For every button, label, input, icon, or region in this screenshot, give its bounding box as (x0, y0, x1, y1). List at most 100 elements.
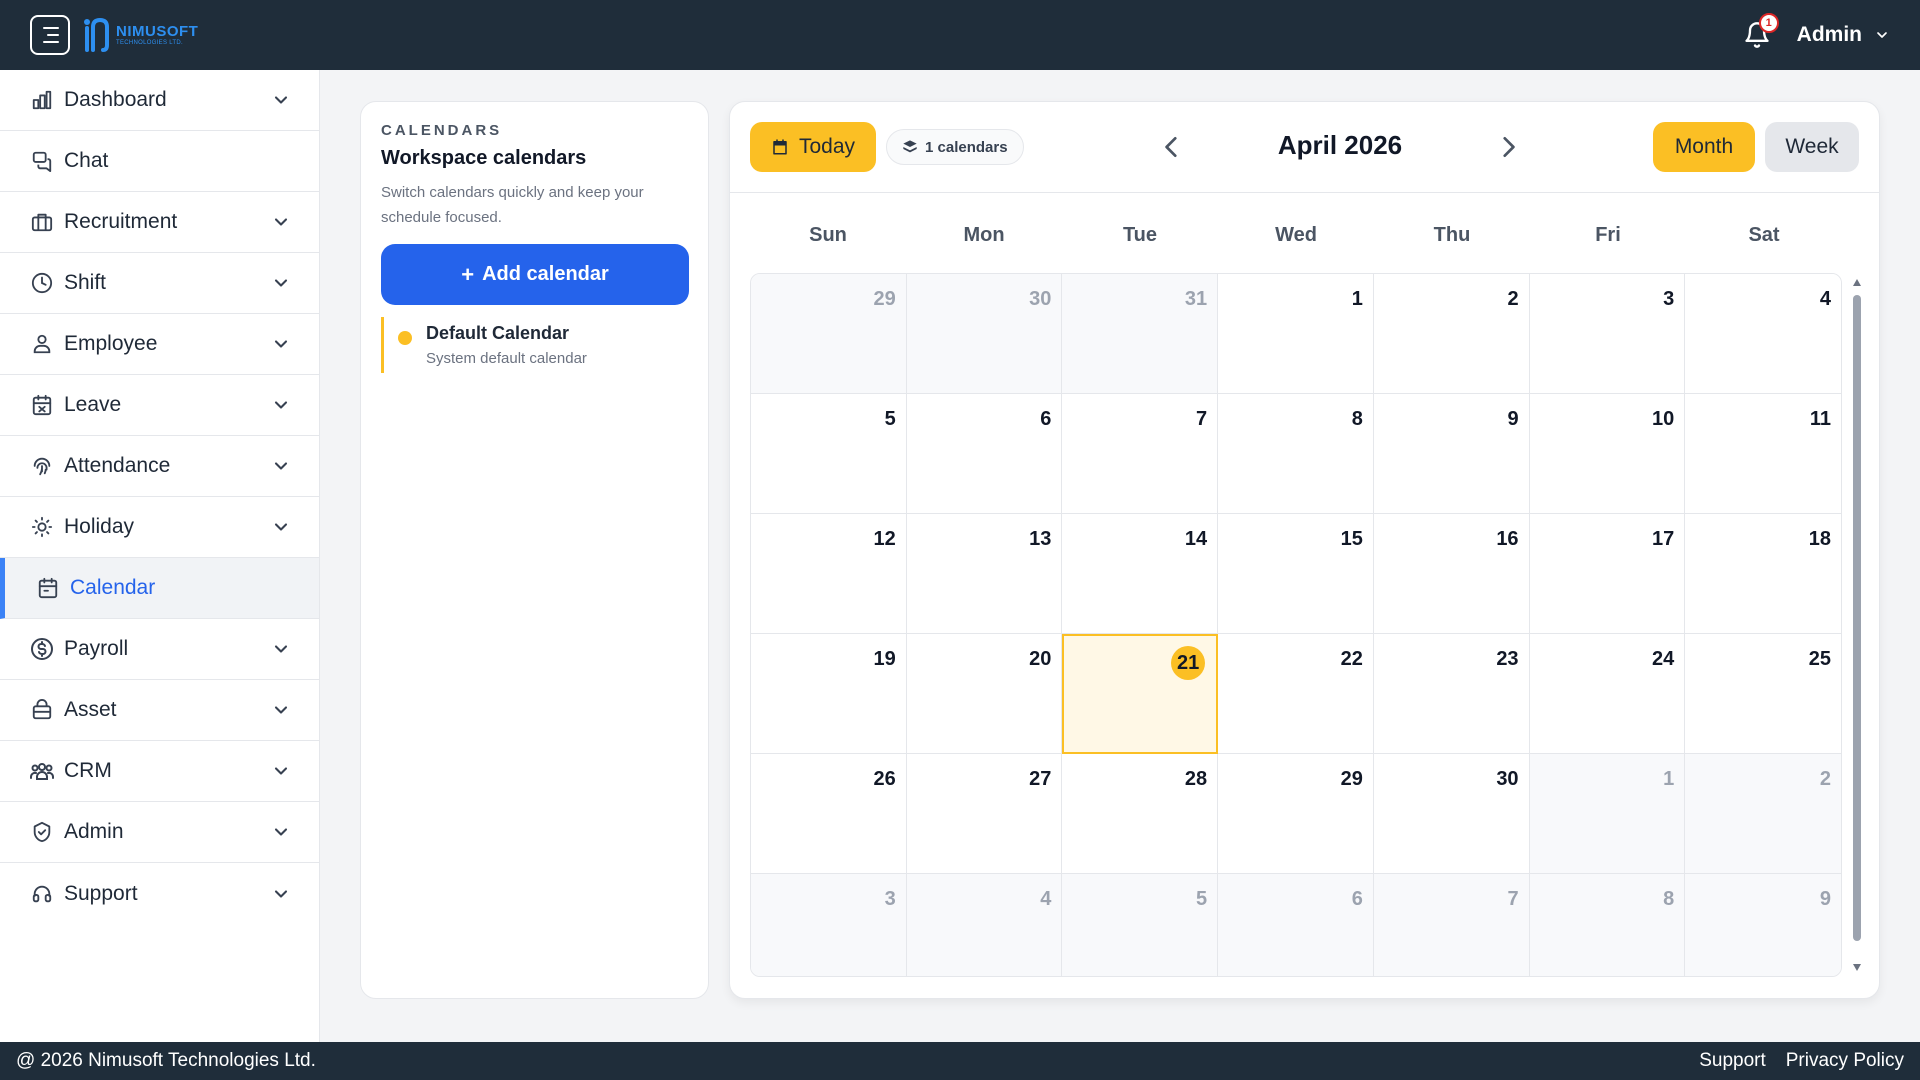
calendars-count-chip[interactable]: 1 calendars (886, 129, 1024, 165)
add-calendar-button[interactable]: + Add calendar (381, 244, 689, 305)
sidebar-item-label: Chat (64, 149, 109, 172)
sidebar-item-shift[interactable]: Shift (0, 253, 319, 314)
day-cell[interactable]: 16 (1373, 514, 1530, 634)
user-menu[interactable]: Admin (1797, 23, 1890, 47)
week-view-button[interactable]: Week (1765, 122, 1859, 172)
day-cell[interactable]: 14 (1062, 514, 1219, 634)
day-cell[interactable]: 23 (1373, 634, 1530, 754)
scrollbar-thumb[interactable] (1853, 295, 1861, 941)
today-button[interactable]: Today (750, 122, 876, 172)
calendar-list-item[interactable]: Default Calendar System default calendar (381, 317, 688, 373)
previous-month-button[interactable] (1154, 129, 1190, 165)
day-cell[interactable]: 7 (1062, 394, 1219, 514)
next-month-button[interactable] (1490, 129, 1526, 165)
day-number: 26 (873, 768, 896, 790)
chevron-down-icon (274, 645, 288, 653)
day-cell[interactable]: 29 (751, 274, 907, 394)
calendar-icon (36, 576, 60, 600)
panel-eyebrow: CALENDARS (381, 122, 503, 139)
sidebar-item-employee[interactable]: Employee (0, 314, 319, 375)
month-grid: 29 30 31 1 2 3 4 5 6 7 8 9 10 11 12 13 14 15 16 17 18 19 20 21 2… (750, 273, 1842, 977)
calendar-x-icon (30, 393, 54, 417)
day-cell[interactable]: 1 (1218, 274, 1374, 394)
day-cell[interactable]: 30 (1373, 754, 1530, 874)
sidebar-item-asset[interactable]: Asset (0, 680, 319, 741)
day-number: 16 (1496, 528, 1519, 550)
day-cell[interactable]: 3 (1529, 274, 1686, 394)
day-cell[interactable]: 22 (1218, 634, 1374, 754)
day-cell[interactable]: 24 (1529, 634, 1686, 754)
sidebar-item-admin[interactable]: Admin (0, 802, 319, 863)
sidebar-item-attendance[interactable]: Attendance (0, 436, 319, 497)
day-cell[interactable]: 4 (1685, 274, 1841, 394)
day-number: 23 (1496, 648, 1519, 670)
day-cell[interactable]: 20 (906, 634, 1063, 754)
sidebar-item-label: Dashboard (64, 88, 167, 111)
day-cell[interactable]: 11 (1685, 394, 1841, 514)
day-cell[interactable]: 28 (1062, 754, 1219, 874)
day-cell[interactable]: 8 (1218, 394, 1374, 514)
sidebar-item-holiday[interactable]: Holiday (0, 497, 319, 558)
chevron-down-icon (274, 401, 288, 409)
day-cell[interactable]: 2 (1373, 274, 1530, 394)
footer-privacy-link[interactable]: Privacy Policy (1786, 1050, 1904, 1072)
day-cell[interactable]: 10 (1529, 394, 1686, 514)
sun-icon (30, 515, 54, 539)
day-number: 29 (873, 288, 896, 310)
day-cell[interactable]: 6 (1218, 874, 1374, 976)
menu-line (43, 41, 59, 43)
sidebar-item-calendar[interactable]: Calendar (0, 558, 319, 619)
day-cell[interactable]: 30 (906, 274, 1063, 394)
day-cell[interactable]: 19 (751, 634, 907, 754)
day-number: 17 (1652, 528, 1675, 550)
day-number: 21 (1171, 646, 1206, 680)
day-number: 3 (884, 888, 896, 910)
sidebar-item-recruitment[interactable]: Recruitment (0, 192, 319, 253)
sidebar-item-leave[interactable]: Leave (0, 375, 319, 436)
day-cell[interactable]: 9 (1373, 394, 1530, 514)
sidebar: Dashboard Chat Recruitment Shift Employe… (0, 70, 320, 1042)
day-cell[interactable]: 13 (906, 514, 1063, 634)
day-cell[interactable]: 31 (1062, 274, 1219, 394)
day-cell[interactable]: 29 (1218, 754, 1374, 874)
day-number: 5 (884, 408, 896, 430)
company-logo[interactable]: NIMUSOFT TECHNOLOGIES LTD. (82, 17, 198, 53)
day-cell[interactable]: 7 (1373, 874, 1530, 976)
day-cell[interactable]: 12 (751, 514, 907, 634)
chevron-down-icon (274, 218, 288, 226)
day-number: 1 (1663, 768, 1675, 790)
day-cell[interactable]: 6 (906, 394, 1063, 514)
user-menu-label: Admin (1796, 23, 1862, 46)
day-cell-today[interactable]: 21 (1062, 634, 1219, 754)
chevron-down-icon (274, 340, 288, 348)
sidebar-item-label: Holiday (64, 515, 135, 538)
sidebar-item-payroll[interactable]: Payroll (0, 619, 319, 680)
sidebar-item-label: Leave (64, 393, 122, 416)
grid-scrollbar[interactable] (1850, 273, 1864, 977)
layers-icon (903, 140, 917, 153)
month-view-button[interactable]: Month (1653, 122, 1755, 172)
day-cell[interactable]: 17 (1529, 514, 1686, 634)
day-cell[interactable]: 9 (1685, 874, 1841, 976)
day-cell[interactable]: 5 (751, 394, 907, 514)
sidebar-item-chat[interactable]: Chat (0, 131, 319, 192)
footer-support-link[interactable]: Support (1699, 1050, 1766, 1072)
day-cell[interactable]: 2 (1685, 754, 1841, 874)
day-cell[interactable]: 25 (1685, 634, 1841, 754)
day-cell[interactable]: 15 (1218, 514, 1374, 634)
sidebar-item-crm[interactable]: CRM (0, 741, 319, 802)
sidebar-item-support[interactable]: Support (0, 863, 319, 924)
calendars-count-label: 1 calendars (925, 138, 1008, 156)
day-cell[interactable]: 5 (1062, 874, 1219, 976)
day-cell[interactable]: 8 (1529, 874, 1686, 976)
day-cell[interactable]: 1 (1529, 754, 1686, 874)
day-cell[interactable]: 26 (751, 754, 907, 874)
notifications-button[interactable]: 1 (1743, 13, 1779, 49)
day-cell[interactable]: 27 (906, 754, 1063, 874)
day-cell[interactable]: 3 (751, 874, 907, 976)
day-cell[interactable]: 4 (906, 874, 1063, 976)
hamburger-menu-button[interactable] (30, 15, 70, 55)
logo-name: NIMUSOFT (116, 22, 199, 40)
sidebar-item-dashboard[interactable]: Dashboard (0, 70, 319, 131)
day-cell[interactable]: 18 (1685, 514, 1841, 634)
